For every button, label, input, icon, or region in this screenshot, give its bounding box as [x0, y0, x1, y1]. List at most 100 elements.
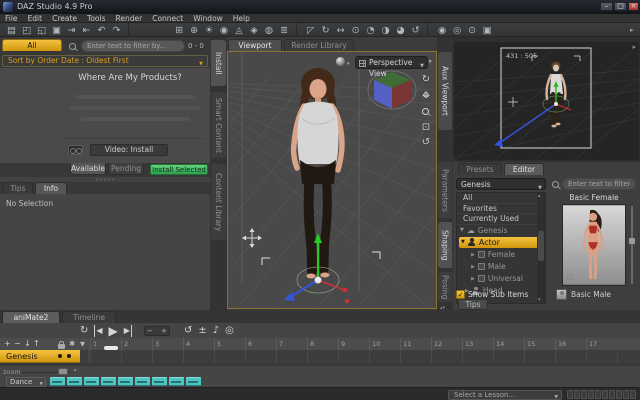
tree-scrollbar[interactable]: ▴ ▾ — [537, 193, 545, 303]
lesson-button[interactable] — [616, 389, 622, 399]
move-down-button[interactable]: ↓ — [24, 339, 31, 348]
animate-clip[interactable] — [186, 377, 201, 386]
sidetab-smart-content[interactable]: Smart Content — [211, 92, 226, 158]
tree-item-universal[interactable]: ▶ Universal — [457, 273, 545, 285]
figure-selector-dropdown[interactable]: Genesis ▼ — [456, 178, 546, 191]
animate-clip[interactable] — [50, 377, 65, 386]
lesson-button[interactable] — [609, 389, 615, 399]
scrollbar-thumb[interactable] — [538, 231, 544, 261]
tab-animate2[interactable]: aniMate2 — [2, 311, 60, 323]
toolbar-icon[interactable]: ◰ — [19, 24, 34, 37]
filter-item[interactable]: Favorites — [457, 204, 545, 214]
tab-viewport[interactable]: Viewport — [228, 39, 282, 51]
tree-item-female[interactable]: ▶ Female — [457, 249, 545, 261]
tab-tips-right[interactable]: Tips — [458, 300, 488, 310]
thumb-slider-track[interactable] — [631, 206, 633, 284]
tab-available[interactable]: Available — [70, 163, 106, 175]
toolbar-icon[interactable]: ◉ — [217, 24, 232, 37]
filter-icon[interactable]: ▼ — [80, 340, 85, 348]
tab-info[interactable]: Info — [35, 182, 67, 194]
frame-stepper[interactable]: − + — [143, 326, 170, 336]
orbit-tool-icon[interactable]: ↻ — [418, 74, 434, 85]
stepper-plus-icon[interactable]: + — [161, 327, 167, 335]
toolbar-icon[interactable]: ↻ — [318, 24, 333, 37]
skip-back-button[interactable]: ◀ — [94, 325, 103, 337]
viewport-pane[interactable]: ▾ Perspective View ▼ ▸ ↻ ↔ ↕ ⊡ ↺ — [227, 51, 437, 309]
menu-item[interactable]: Window — [193, 14, 223, 23]
expand-icon[interactable]: ▶ — [471, 276, 475, 282]
menu-item[interactable]: Tools — [87, 14, 105, 23]
gear-icon[interactable]: ✱ — [69, 339, 75, 348]
add-track-button[interactable]: + — [4, 339, 11, 348]
tree-item-actor[interactable]: ▼ Actor — [459, 236, 543, 248]
lesson-button[interactable] — [602, 389, 608, 399]
move-up-button[interactable]: ↑ — [33, 339, 40, 348]
toolbar-icon[interactable]: ◍ — [262, 24, 277, 37]
toolbar-icon[interactable]: ⇤ — [79, 24, 94, 37]
install-selected-button[interactable]: Install Selected — [150, 164, 208, 175]
toolbar-icon[interactable]: ↶ — [94, 24, 109, 37]
toolbar-icon[interactable]: ⊙ — [465, 24, 480, 37]
tab-pending[interactable]: Pending — [108, 163, 144, 175]
add-remove-keys-button[interactable]: ± — [198, 325, 206, 337]
clip-group-dropdown[interactable]: Dance ▼ — [6, 377, 46, 387]
animate-clip[interactable] — [135, 377, 150, 386]
toolbar-icon[interactable]: ◸ — [303, 24, 318, 37]
expand-icon[interactable]: ▼ — [460, 227, 464, 233]
pane-options-icon[interactable]: ▸ — [429, 57, 433, 65]
track-cells[interactable] — [80, 350, 640, 363]
tree-item-genesis[interactable]: ▼ ☁ Genesis — [457, 225, 545, 236]
filter-item[interactable]: All — [457, 193, 545, 204]
toolbar-icon[interactable]: ▤ — [4, 24, 19, 37]
audio-button[interactable]: ♪ — [213, 325, 219, 337]
aux-viewport-scene[interactable]: 431 : 505 — [454, 42, 639, 160]
toolbar-icon[interactable]: ◉ — [435, 24, 450, 37]
tab-editor[interactable]: Editor — [504, 163, 544, 175]
toolbar-icon[interactable]: ☀ — [202, 24, 217, 37]
sort-dropdown[interactable]: Sort by Order Date : Oldest First ▼ — [2, 55, 208, 67]
track-label-genesis[interactable]: Genesis — [0, 350, 80, 363]
toolbar-icon[interactable]: ⊕ — [187, 24, 202, 37]
toolbar-icon[interactable]: ⇥ — [64, 24, 79, 37]
menu-item[interactable]: Connect — [152, 14, 183, 23]
expand-icon[interactable]: ▶ — [471, 252, 475, 258]
stepper-minus-icon[interactable]: − — [147, 327, 153, 335]
thumb-slider-handle[interactable] — [629, 238, 635, 244]
toolbar-overflow-icon[interactable]: ▸ — [630, 26, 634, 34]
tab-render-library[interactable]: Render Library — [284, 39, 354, 51]
animate-clip[interactable] — [118, 377, 133, 386]
shape-search-input[interactable] — [562, 178, 636, 190]
sidetab-shaping[interactable]: Shaping — [438, 222, 452, 268]
lesson-button[interactable] — [595, 389, 601, 399]
toolbar-icon[interactable]: ◬ — [232, 24, 247, 37]
track-dot[interactable] — [67, 354, 71, 358]
tab-all-products[interactable]: All — [2, 39, 62, 51]
lesson-button[interactable] — [630, 389, 636, 399]
splitter-handle[interactable] — [95, 178, 115, 181]
timeline-ruler[interactable]: 1 2 3 4 5 6 7 8 9 10 11 12 13 14 15 16 17 — [90, 338, 640, 350]
animate-clip[interactable] — [84, 377, 99, 386]
sidetab-install[interactable]: Install — [211, 40, 226, 86]
tab-timeline[interactable]: Timeline — [62, 311, 116, 323]
expand-icon[interactable]: ▶ — [471, 264, 475, 270]
lesson-button[interactable] — [588, 389, 594, 399]
maximize-button[interactable]: □ — [614, 2, 627, 11]
basic-female-thumbnail[interactable] — [562, 204, 626, 286]
animate-clip[interactable] — [169, 377, 184, 386]
thumb-male-row[interactable]: Basic Male — [556, 289, 611, 300]
drawstyle-caret-icon[interactable]: ▾ — [347, 61, 350, 67]
tab-presets[interactable]: Presets — [458, 163, 502, 175]
sync-button[interactable]: ↺ — [184, 325, 192, 337]
toolbar-icon[interactable]: ▣ — [480, 24, 495, 37]
sidetab-posing[interactable]: Posing — [438, 272, 452, 302]
scroll-up-icon[interactable]: ▴ — [538, 193, 541, 199]
frame-tool-icon[interactable]: ⊡ — [418, 122, 434, 133]
checkbox-checked-icon[interactable]: ✓ — [456, 290, 465, 299]
pane-options-icon[interactable]: ▸ — [632, 43, 636, 51]
menu-item[interactable]: Render — [116, 14, 143, 23]
sidetab-parameters[interactable]: Parameters — [438, 162, 452, 218]
camera-selector-dropdown[interactable]: Perspective View ▼ — [355, 56, 428, 78]
show-sub-items-row[interactable]: ✓ Show Sub Items — [456, 290, 528, 299]
sidetab-content-library[interactable]: Content Library — [211, 164, 226, 240]
lesson-button[interactable] — [623, 389, 629, 399]
